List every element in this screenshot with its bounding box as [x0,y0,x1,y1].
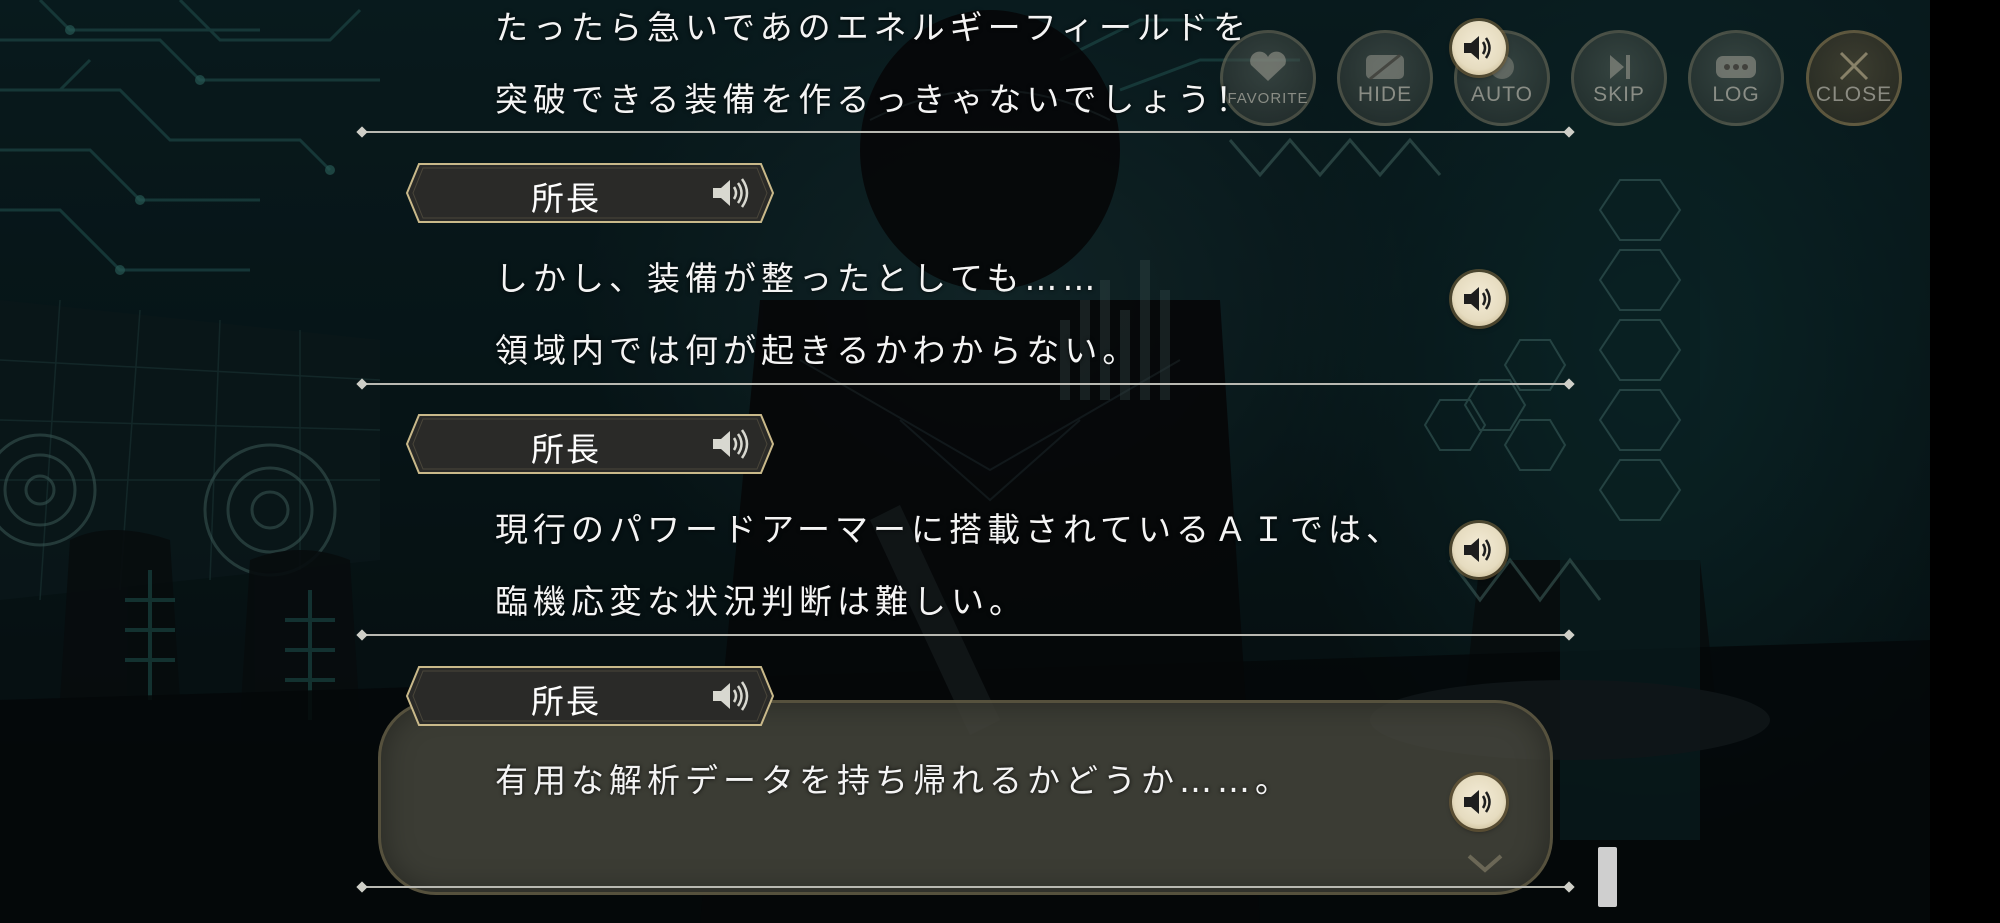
log-line: たったら急いであのエネルギーフィールドを [495,8,1252,47]
speaker-nameplate: 所長 [405,162,775,224]
log-divider [356,881,1575,893]
speaker-nameplate: 所長 [405,665,775,727]
log-divider [356,378,1575,390]
speaker-icon[interactable] [710,679,750,713]
speaker-nameplate: 所長 [405,413,775,475]
log-line: 突破できる装備を作るっきゃないでしょう！ [495,80,1254,119]
voice-replay-button[interactable] [1452,272,1506,326]
hide-button[interactable]: HIDE [1337,30,1433,126]
log-line: しかし、装備が整ったとしても…… [495,259,1101,298]
close-button[interactable]: CLOSE [1806,30,1902,126]
voice-replay-button[interactable] [1452,775,1506,829]
speaker-name: 所長 [531,179,601,218]
log-label: LOG [1712,83,1760,106]
speaker-icon [1464,538,1491,562]
skip-icon [1610,55,1630,79]
speaker-icon [1464,287,1491,311]
speaker-name: 所長 [531,682,601,721]
log-line: 領域内では何が起きるかわからない。 [495,331,1141,370]
close-label: CLOSE [1815,83,1893,106]
skip-button[interactable]: SKIP [1571,30,1667,126]
close-icon [1839,51,1869,81]
speaker-icon[interactable] [710,176,750,210]
log-line: 現行のパワードアーマーに搭載されているＡＩでは、 [495,510,1405,549]
chat-bubble-icon [1716,56,1756,78]
speaker-icon [1464,790,1491,814]
skip-label: SKIP [1593,83,1645,106]
hide-label: HIDE [1357,83,1413,106]
voice-replay-button[interactable] [1452,523,1506,577]
hide-icon [1366,53,1404,81]
auto-label: AUTO [1471,83,1533,106]
voice-replay-button[interactable] [1452,21,1506,75]
log-line: 有用な解析データを持ち帰れるかどうか……。 [495,761,1293,800]
chevron-down-icon [1467,854,1503,873]
speaker-name: 所長 [531,430,601,469]
log-scrollbar-thumb[interactable] [1598,847,1617,907]
log-button[interactable]: LOG [1688,30,1784,126]
log-line: 臨機応変な状況判断は難しい。 [495,582,1027,621]
screen-edge-band [1930,0,2000,923]
speaker-icon[interactable] [710,427,750,461]
speaker-icon [1464,36,1491,60]
log-divider [356,629,1575,641]
log-divider [356,126,1575,138]
